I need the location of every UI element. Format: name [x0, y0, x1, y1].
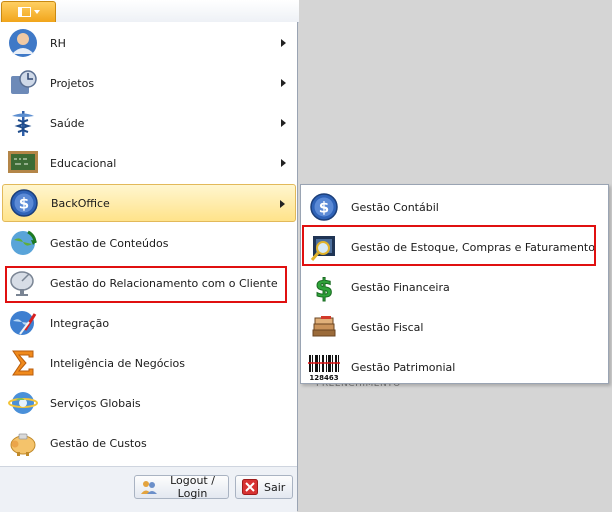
globe-refresh-icon	[2, 224, 44, 262]
menu-item-label: Gestão de Custos	[50, 436, 147, 450]
chalkboard-icon	[2, 144, 44, 182]
application-menu-button[interactable]	[1, 1, 56, 22]
user-person-icon	[2, 24, 44, 62]
submenu-arrow-icon	[281, 79, 286, 87]
integration-globe-icon	[2, 304, 44, 342]
menu-item-gestao-custos[interactable]: Gestão de Custos	[2, 424, 296, 462]
menu-item-projetos[interactable]: Projetos	[2, 64, 296, 102]
piggy-bank-icon	[2, 424, 44, 462]
menu-item-label: Saúde	[50, 116, 85, 130]
menu-item-label: Projetos	[50, 76, 95, 90]
menu-item-servicos-globais[interactable]: Serviços Globais	[2, 384, 296, 422]
menu-item-educacional[interactable]: Educacional	[2, 144, 296, 182]
submenu-item-gestao-patrimonial[interactable]: 128463 Gestão Patrimonial	[303, 347, 606, 387]
inventory-magnifier-icon	[303, 228, 345, 266]
menu-item-rh[interactable]: RH	[2, 24, 296, 62]
svg-text:$: $	[315, 274, 333, 302]
ribbon-top-bar	[0, 0, 299, 23]
menu-item-label: Gestão de Conteúdos	[50, 236, 169, 250]
logout-login-button[interactable]: Logout / Login	[134, 474, 229, 500]
app-menu-icon	[17, 7, 31, 17]
menu-item-label: Gestão do Relacionamento com o Cliente	[50, 276, 278, 290]
backoffice-submenu: $ Gestão Contábil Gestão de Estoque, Com…	[300, 184, 609, 384]
green-dollar-icon: $	[303, 268, 345, 306]
satellite-dish-icon	[2, 264, 44, 302]
submenu-item-label: Gestão Patrimonial	[351, 360, 456, 374]
menu-item-gestao-relacionamento-cliente[interactable]: Gestão do Relacionamento com o Cliente	[2, 264, 296, 302]
menu-item-label: Integração	[50, 316, 110, 330]
sigma-icon	[2, 344, 44, 382]
menu-item-gestao-conteudos[interactable]: Gestão de Conteúdos	[2, 224, 296, 262]
menu-footer: Logout / Login Sair	[0, 466, 297, 512]
barcode-icon: 128463	[303, 348, 345, 386]
exit-button[interactable]: Sair	[235, 475, 293, 499]
submenu-item-gestao-contabil[interactable]: $ Gestão Contábil	[303, 187, 606, 227]
application-menu: RH Projetos Saúde Educacional $ BackOffi…	[0, 22, 298, 512]
menu-item-label: BackOffice	[51, 196, 110, 210]
chevron-down-icon	[33, 10, 40, 14]
submenu-item-label: Gestão de Estoque, Compras e Faturamento	[351, 240, 595, 254]
ledger-books-icon	[303, 308, 345, 346]
global-services-icon	[2, 384, 44, 422]
menu-item-inteligencia-negocios[interactable]: Inteligência de Negócios	[2, 344, 296, 382]
menu-item-label: Educacional	[50, 156, 117, 170]
caduceus-icon	[2, 104, 44, 142]
user-group-icon	[141, 479, 157, 495]
submenu-item-label: Gestão Contábil	[351, 200, 439, 214]
menu-item-label: Inteligência de Negócios	[50, 356, 185, 370]
menu-item-label: RH	[50, 36, 66, 50]
menu-item-integracao[interactable]: Integração	[2, 304, 296, 342]
exit-label: Sair	[264, 480, 286, 494]
menu-item-saude[interactable]: Saúde	[2, 104, 296, 142]
menu-item-backoffice[interactable]: $ BackOffice	[2, 184, 296, 222]
submenu-item-gestao-financeira[interactable]: $ Gestão Financeira	[303, 267, 606, 307]
close-icon	[242, 479, 258, 495]
logout-login-label: Logout / Login	[170, 474, 215, 500]
submenu-item-label: Gestão Fiscal	[351, 320, 424, 334]
submenu-arrow-icon	[281, 159, 286, 167]
svg-text:$: $	[319, 199, 329, 217]
barcode-number: 128463	[309, 374, 338, 382]
menu-item-label: Serviços Globais	[50, 396, 141, 410]
submenu-item-label: Gestão Financeira	[351, 280, 450, 294]
submenu-arrow-icon	[281, 39, 286, 47]
projects-icon	[2, 64, 44, 102]
dollar-coin-icon: $	[3, 184, 45, 222]
dollar-coin-icon: $	[303, 188, 345, 226]
submenu-arrow-icon	[281, 119, 286, 127]
submenu-arrow-icon	[280, 200, 285, 208]
submenu-item-gestao-fiscal[interactable]: Gestão Fiscal	[303, 307, 606, 347]
submenu-item-gestao-estoque[interactable]: Gestão de Estoque, Compras e Faturamento	[303, 227, 606, 267]
svg-text:$: $	[19, 195, 29, 213]
